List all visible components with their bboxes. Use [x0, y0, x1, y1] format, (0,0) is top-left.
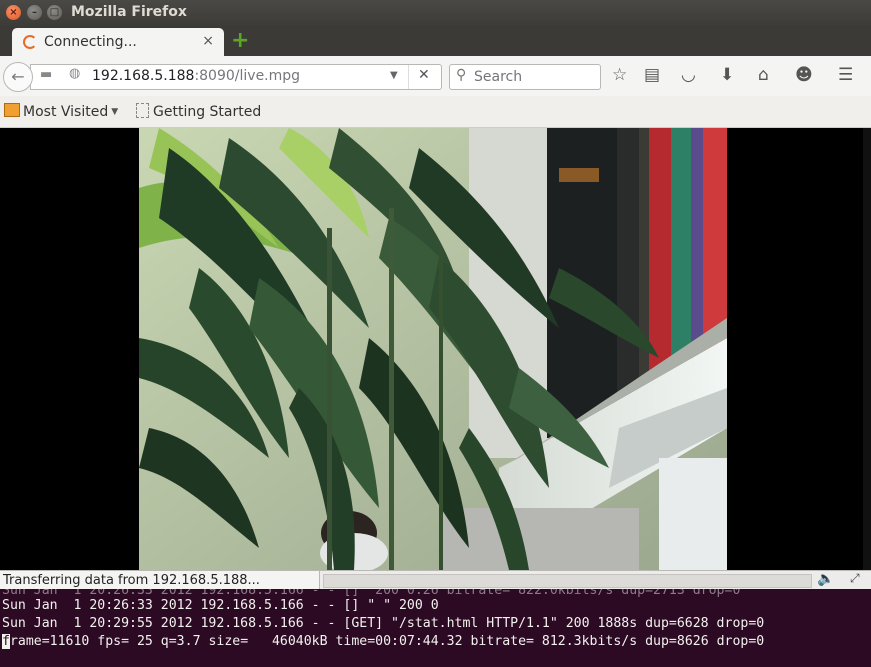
media-status-bar: Transferring data from 192.168.5.188... … — [0, 570, 871, 590]
window-maximize-button[interactable]: □ — [47, 5, 62, 20]
bookmarks-toolbar: Most Visited ▼ Getting Started — [0, 96, 871, 128]
new-tab-button[interactable]: + — [231, 30, 249, 52]
site-identity-icon[interactable]: ▬ — [40, 67, 52, 82]
terminal-line-1: Sun Jan 1 20:26:33 2012 192.168.5.166 - … — [2, 598, 439, 613]
tab-close-icon[interactable]: × — [202, 33, 214, 49]
search-box[interactable]: ⚲ — [449, 64, 601, 90]
tab-label: Connecting... — [44, 34, 137, 50]
nav-bar: ▬ ◍ 192.168.5.188:8090/live.mpg ▼ ✕ ← ⚲ … — [0, 56, 871, 96]
bookmark-getting-started[interactable]: Getting Started — [136, 103, 261, 120]
scrollbar-edge — [863, 128, 871, 570]
seek-bar[interactable] — [323, 574, 812, 588]
url-dropdown-icon[interactable]: ▼ — [390, 70, 398, 81]
url-path: :8090/live.mpg — [194, 68, 301, 84]
terminal-window: Sun Jan 1 20:26:33 2012 192.168.5.166 - … — [0, 589, 871, 667]
tab-strip: Connecting... × — [0, 26, 871, 56]
url-separator — [408, 65, 409, 89]
window-title: Mozilla Firefox — [71, 4, 187, 20]
stop-loading-icon[interactable]: ✕ — [418, 67, 430, 83]
window-minimize-button[interactable]: – — [27, 5, 42, 20]
pocket-icon[interactable]: ◡ — [681, 65, 696, 85]
plant-video-image — [139, 128, 727, 570]
terminal-line-3: frame=11610 fps= 25 q=3.7 size= 46040kB … — [2, 633, 764, 651]
window-close-button[interactable]: × — [6, 5, 21, 20]
title-bar: × – □ Mozilla Firefox — [0, 0, 871, 26]
search-icon: ⚲ — [456, 67, 467, 83]
back-button[interactable]: ← — [3, 62, 33, 92]
back-arrow-icon: ← — [11, 67, 25, 86]
hello-chat-icon[interactable]: ☻ — [795, 65, 813, 85]
url-text[interactable]: 192.168.5.188:8090/live.mpg — [92, 68, 300, 84]
terminal-line-2: Sun Jan 1 20:29:55 2012 192.168.5.166 - … — [2, 616, 765, 631]
bookmark-star-icon[interactable]: ☆ — [612, 65, 627, 85]
downloads-icon[interactable]: ⬇ — [720, 65, 734, 85]
globe-icon: ◍ — [69, 66, 81, 81]
page-icon — [136, 103, 149, 118]
url-host: 192.168.5.188 — [92, 68, 195, 84]
live-video-frame[interactable] — [139, 128, 727, 570]
getting-started-label: Getting Started — [153, 104, 262, 120]
fullscreen-icon[interactable]: ⤢ — [850, 571, 860, 586]
bookmark-most-visited[interactable]: Most Visited ▼ — [4, 103, 118, 120]
chevron-down-icon: ▼ — [111, 107, 119, 117]
most-visited-label: Most Visited — [23, 104, 109, 120]
menu-hamburger-icon[interactable]: ☰ — [838, 65, 853, 85]
status-text: Transferring data from 192.168.5.188... — [0, 571, 320, 590]
url-bar[interactable]: ▬ ◍ 192.168.5.188:8090/live.mpg ▼ ✕ — [30, 64, 442, 90]
page-content — [0, 128, 871, 570]
volume-icon[interactable]: 🔈 — [817, 571, 834, 587]
home-icon[interactable]: ⌂ — [758, 65, 769, 85]
loading-spinner-icon — [23, 35, 37, 49]
reading-list-icon[interactable]: ▤ — [644, 65, 660, 85]
search-input[interactable] — [472, 67, 596, 87]
terminal-cursor: f — [2, 634, 10, 649]
terminal-ffmpeg-progress: rame=11610 fps= 25 q=3.7 size= 46040kB t… — [9, 634, 765, 649]
tab-connecting[interactable]: Connecting... × — [12, 28, 224, 56]
folder-icon — [4, 103, 20, 117]
